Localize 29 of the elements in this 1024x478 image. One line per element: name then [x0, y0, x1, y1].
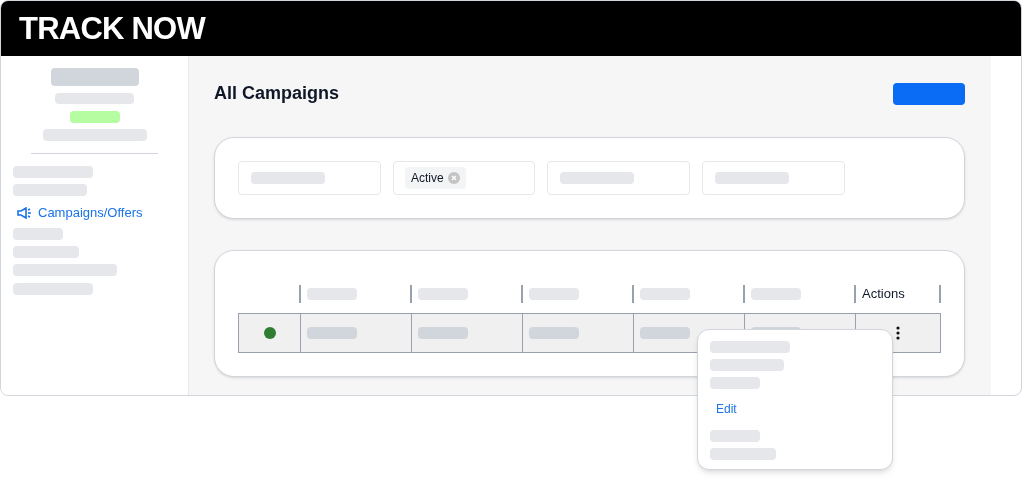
placeholder-bar: [710, 377, 760, 389]
placeholder-bar: [13, 246, 79, 258]
page-title: All Campaigns: [214, 82, 340, 105]
placeholder-bar: [307, 288, 357, 300]
logo: TRACK NOW: [19, 13, 205, 44]
column-header: Actions: [862, 285, 905, 304]
placeholder-bar: [529, 327, 579, 339]
filter-field[interactable]: [547, 161, 690, 195]
status-badge: [69, 111, 120, 123]
more-icon[interactable]: [896, 326, 900, 340]
placeholder-bar: [307, 327, 357, 339]
edit-link[interactable]: Edit: [716, 400, 737, 418]
filter-field[interactable]: Active: [393, 161, 535, 195]
primary-button[interactable]: [893, 82, 965, 105]
placeholder-bar: [710, 430, 760, 442]
filter-chip: Active: [405, 167, 466, 189]
placeholder-bar: [529, 288, 579, 300]
megaphone-icon: [17, 207, 32, 219]
sidebar-item[interactable]: Campaigns/Offers: [13, 204, 188, 222]
clear-icon[interactable]: [447, 172, 460, 184]
placeholder-bar: [751, 288, 801, 300]
placeholder-bar: [418, 327, 468, 339]
placeholder-bar: [640, 288, 690, 300]
filter-field[interactable]: [238, 161, 381, 195]
placeholder-bar: [13, 228, 63, 240]
placeholder-bar: [710, 448, 776, 460]
filter-field[interactable]: [702, 161, 845, 195]
placeholder-bar: [640, 327, 690, 339]
placeholder-bar: [418, 288, 468, 300]
